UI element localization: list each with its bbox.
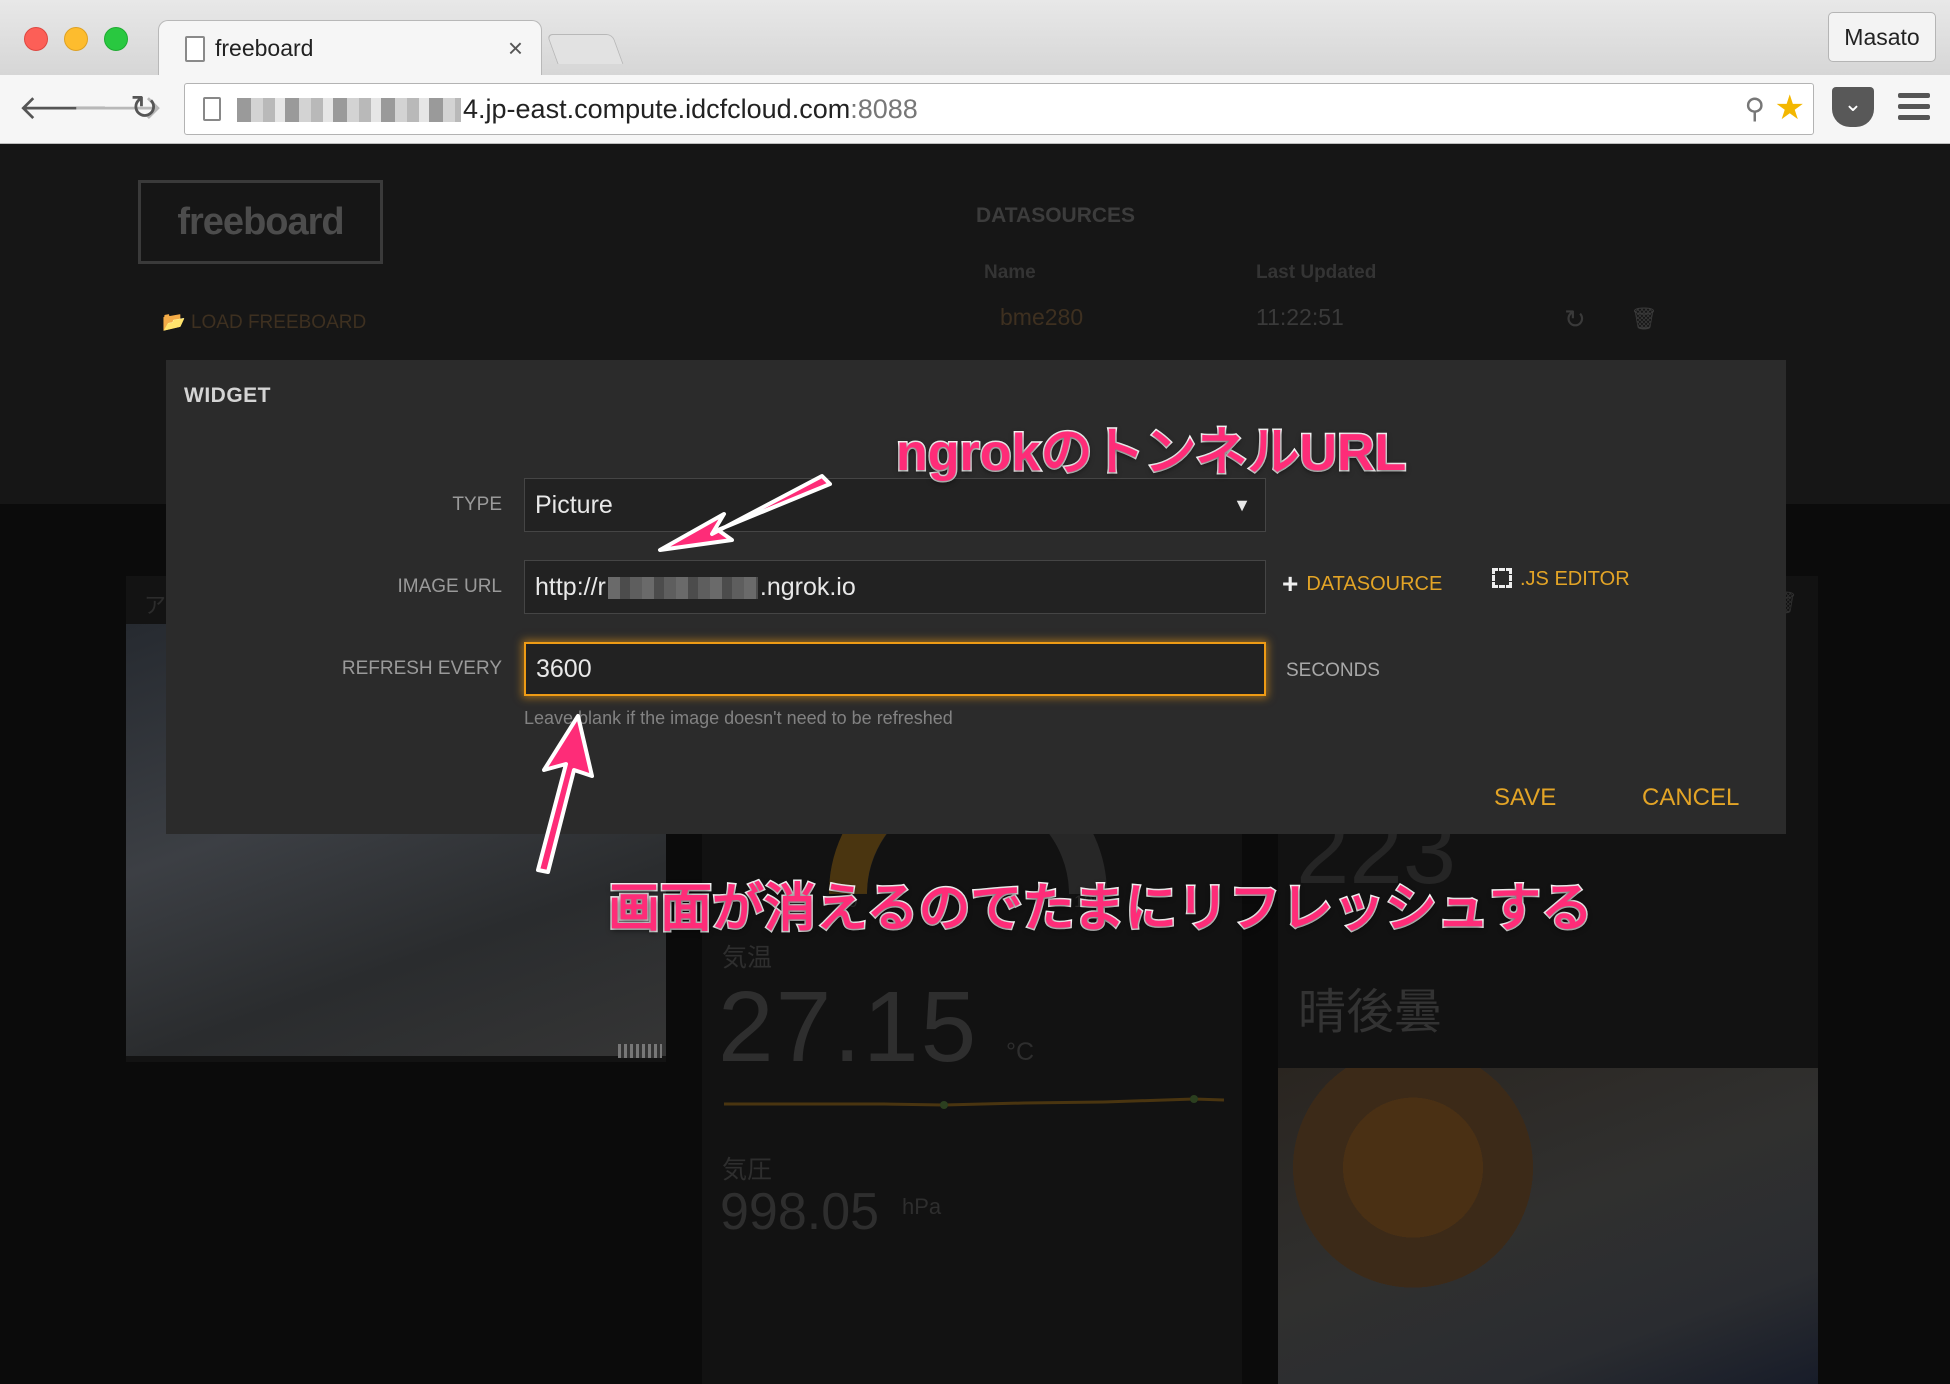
- type-select-value: Picture: [535, 491, 613, 519]
- browser-tab[interactable]: freeboard ×: [158, 20, 542, 76]
- zoom-magnifier-icon[interactable]: ⚲: [1744, 92, 1765, 125]
- pressure-label: 気圧: [722, 1156, 773, 1184]
- datasources-title: DATASOURCES: [976, 204, 1136, 227]
- save-button[interactable]: SAVE: [1494, 784, 1556, 812]
- temperature-sparkline: [724, 1095, 1224, 1109]
- reload-icon[interactable]: ↻: [130, 88, 159, 128]
- datasource-updated: 11:22:51: [1256, 304, 1344, 330]
- image-timestamp: [618, 1044, 662, 1058]
- dialog-title: WIDGET: [184, 384, 271, 407]
- datasource-updated-header: Last Updated: [1256, 262, 1377, 283]
- refresh-every-input[interactable]: 3600: [524, 642, 1266, 696]
- type-label: TYPE: [452, 494, 502, 515]
- maximize-window-button[interactable]: [104, 27, 128, 51]
- image-url-input[interactable]: http://r .ngrok.io: [524, 560, 1266, 614]
- refresh-hint: Leave blank if the image doesn't need to…: [524, 708, 953, 728]
- browser-tab-bar: freeboard × Masato: [0, 0, 1950, 76]
- address-bar[interactable]: 4.jp-east.compute.idcfcloud.com:8088 ⚲ ★: [184, 83, 1814, 135]
- trash-icon[interactable]: 🗑: [1630, 306, 1658, 332]
- seconds-label: SECONDS: [1286, 660, 1380, 681]
- browser-toolbar: 🡐 🡒 ↻ 4.jp-east.compute.idcfcloud.com:80…: [0, 75, 1950, 144]
- js-editor-button[interactable]: .JS EDITOR: [1492, 568, 1630, 591]
- tab-title: freeboard: [215, 35, 314, 61]
- temperature-label: 気温: [722, 944, 773, 972]
- datasource-name[interactable]: bme280: [1000, 304, 1083, 331]
- freeboard-logo: freeboard: [138, 180, 383, 264]
- plus-icon: +: [1282, 568, 1299, 599]
- close-window-button[interactable]: [24, 27, 48, 51]
- new-tab-button[interactable]: [546, 34, 624, 64]
- image-url-label: IMAGE URL: [397, 576, 502, 597]
- temperature-unit: °C: [1006, 1038, 1035, 1066]
- load-freeboard-link[interactable]: 📂 LOAD FREEBOARD: [162, 310, 366, 334]
- weather-image: [1278, 1068, 1818, 1384]
- chevron-down-icon: ▼: [1233, 495, 1251, 515]
- add-datasource-button[interactable]: + DATASOURCE: [1282, 568, 1442, 600]
- pressure-value: 998.05: [720, 1183, 880, 1241]
- type-select[interactable]: Picture ▼: [524, 478, 1266, 532]
- close-icon[interactable]: ×: [508, 33, 523, 64]
- cancel-button[interactable]: CANCEL: [1642, 784, 1739, 812]
- weather-text: 晴後曇: [1298, 986, 1443, 1039]
- hamburger-menu-icon[interactable]: [1898, 93, 1930, 121]
- annotation-ngrok-url: ngrokのトンネルURL: [894, 423, 1407, 484]
- page-icon: [203, 97, 221, 121]
- refresh-every-label: REFRESH EVERY: [341, 658, 502, 679]
- expand-icon: [1492, 568, 1512, 588]
- redacted-hostname: [237, 98, 461, 122]
- pocket-icon[interactable]: ⌄: [1832, 87, 1874, 127]
- document-icon: [185, 36, 205, 62]
- url-text[interactable]: 4.jp-east.compute.idcfcloud.com:8088: [463, 94, 918, 125]
- annotation-refresh-note: 画面が消えるのでたまにリフレッシュする: [607, 879, 1595, 940]
- temperature-value: 27.15: [718, 971, 979, 1083]
- bookmark-star-icon[interactable]: ★: [1775, 88, 1805, 128]
- pressure-unit: hPa: [902, 1194, 942, 1219]
- pane-title: ア: [144, 593, 167, 618]
- profile-button[interactable]: Masato: [1828, 12, 1936, 62]
- redacted-subdomain: [607, 577, 758, 600]
- minimize-window-button[interactable]: [64, 27, 88, 51]
- refresh-icon[interactable]: ↻: [1564, 304, 1586, 335]
- datasource-name-header: Name: [984, 262, 1036, 283]
